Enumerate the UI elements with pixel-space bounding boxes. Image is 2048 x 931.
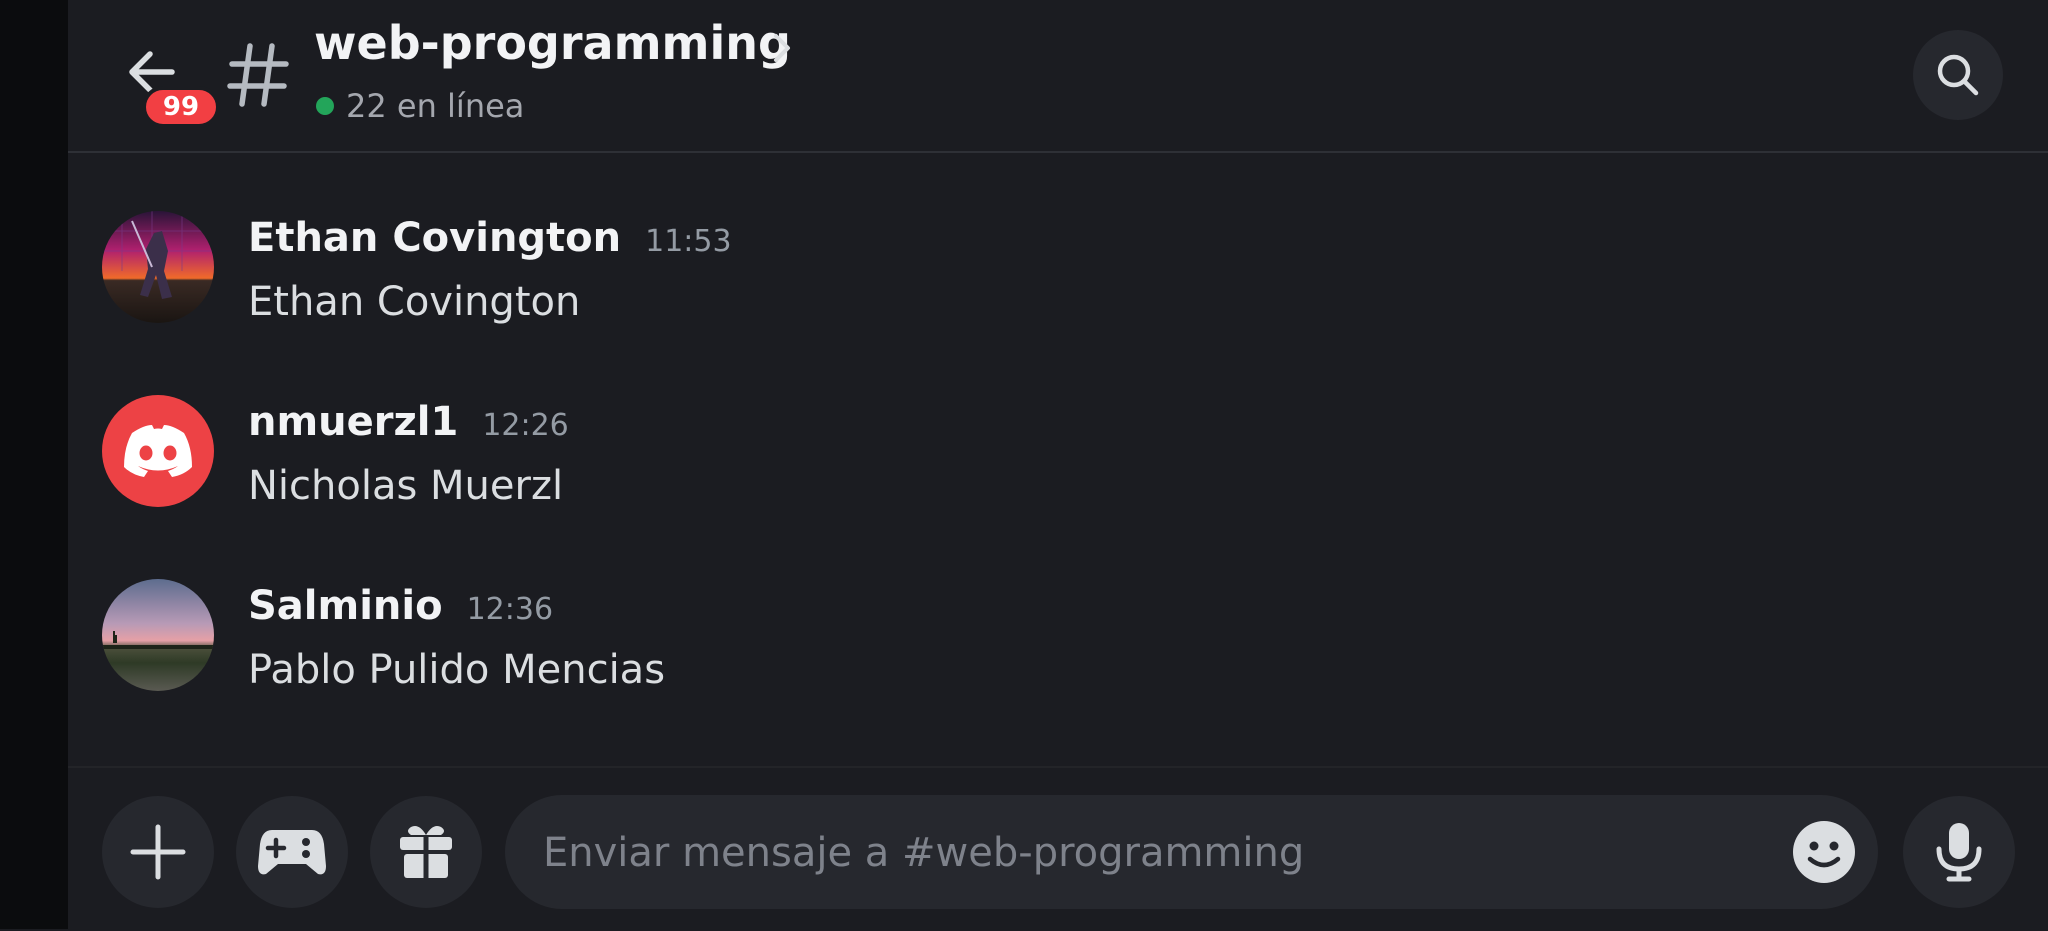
voice-message-button[interactable]	[1903, 796, 2015, 908]
activities-button[interactable]	[236, 796, 348, 908]
message-input-container[interactable]	[505, 795, 1878, 911]
search-icon	[1937, 54, 1979, 96]
online-status: 22 en línea	[316, 86, 524, 126]
message-author[interactable]: Ethan Covington	[248, 215, 621, 261]
message-header: Salminio 12:36	[248, 583, 553, 629]
channel-header: 99 web-programming 22 en línea	[68, 0, 2048, 153]
message-timestamp: 12:26	[482, 408, 569, 443]
server-rail-edge	[0, 0, 68, 929]
emoji-icon	[1793, 821, 1855, 883]
unread-badge: 99	[142, 86, 220, 128]
gamepad-icon	[258, 830, 326, 875]
message-item[interactable]: nmuerzl1 12:26 Nicholas Muerzl	[68, 367, 2048, 517]
message-text: Nicholas Muerzl	[248, 463, 564, 509]
channel-view: 99 web-programming 22 en línea Ethan Cov…	[68, 0, 2048, 931]
add-attachment-button[interactable]	[102, 796, 214, 908]
message-input[interactable]	[541, 795, 1725, 911]
gift-icon	[400, 826, 452, 878]
chevron-right-icon[interactable]	[771, 32, 793, 64]
message-text: Ethan Covington	[248, 279, 581, 325]
discord-logo-avatar	[124, 425, 192, 477]
gift-button[interactable]	[370, 796, 482, 908]
message-author[interactable]: nmuerzl1	[248, 399, 458, 445]
search-button[interactable]	[1913, 30, 2003, 120]
online-count: 22 en línea	[346, 87, 525, 125]
message-author[interactable]: Salminio	[248, 583, 443, 629]
hash-icon	[226, 40, 290, 110]
online-dot-icon	[316, 97, 334, 115]
plus-icon	[130, 824, 186, 880]
message-composer	[68, 766, 2048, 931]
sunset-mecha-avatar	[102, 211, 214, 323]
message-timestamp: 12:36	[466, 592, 554, 627]
microphone-icon	[1936, 823, 1982, 882]
message-timestamp: 11:53	[645, 224, 732, 259]
message-text: Pablo Pulido Mencias	[248, 647, 666, 693]
user-avatar[interactable]	[102, 395, 214, 507]
user-avatar[interactable]	[102, 579, 214, 691]
message-header: Ethan Covington 11:53	[248, 215, 732, 261]
message-item[interactable]: Salminio 12:36 Pablo Pulido Mencias	[68, 551, 2048, 701]
channel-title[interactable]: web-programming	[314, 16, 791, 70]
emoji-button[interactable]	[1791, 819, 1857, 885]
message-header: nmuerzl1 12:26	[248, 399, 569, 445]
message-item[interactable]: Ethan Covington 11:53 Ethan Covington	[68, 183, 2048, 333]
user-avatar[interactable]	[102, 211, 214, 323]
sunset-landscape-avatar	[102, 579, 214, 691]
